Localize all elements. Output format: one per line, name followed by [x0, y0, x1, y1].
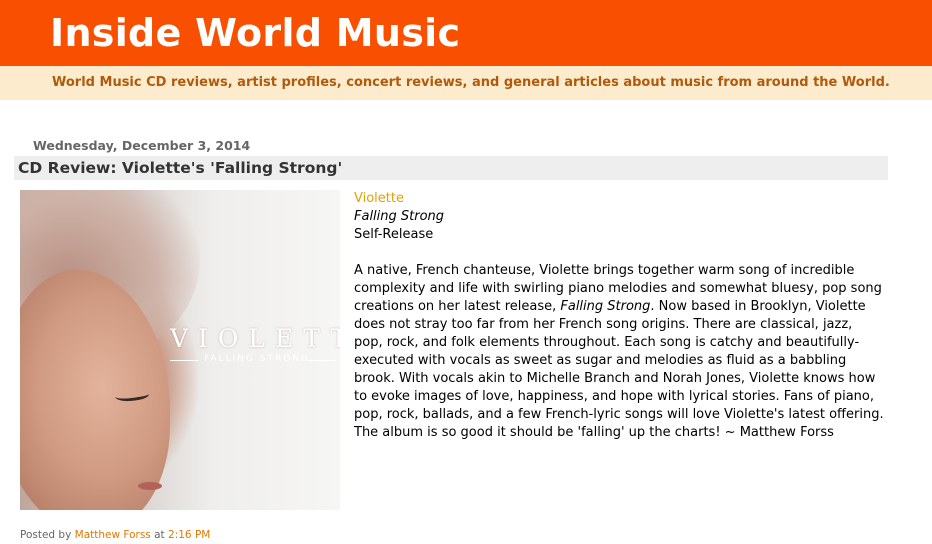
- album-name: Falling Strong: [354, 209, 445, 224]
- blog-description-bar: World Music CD reviews, artist profiles,…: [0, 66, 932, 100]
- post-body: Violette Falling Strong Self-Release A n…: [354, 190, 884, 442]
- review-text: A native, French chanteuse, Violette bri…: [354, 262, 884, 442]
- cover-artist-text: VIOLETTE: [170, 324, 340, 353]
- post-title-bar: CD Review: Violette's 'Falling Strong': [14, 156, 888, 180]
- blog-header: Inside World Music: [0, 0, 932, 66]
- post-footer: Posted by Matthew Forss at 2:16 PM: [20, 529, 210, 541]
- cover-lips-shape: [138, 482, 162, 490]
- at-label: at: [154, 529, 165, 541]
- artist-link[interactable]: Violette: [354, 190, 884, 208]
- post-time-link[interactable]: 2:16 PM: [168, 529, 210, 541]
- album-cover-image[interactable]: VIOLETTE FALLING STRONG: [20, 190, 340, 510]
- record-label: Self-Release: [354, 227, 434, 242]
- posted-by-label: Posted by: [20, 529, 72, 541]
- author-link[interactable]: Matthew Forss: [75, 529, 151, 541]
- review-album-title: Falling Strong: [560, 299, 651, 314]
- blog-title[interactable]: Inside World Music: [50, 10, 460, 56]
- cover-album-text: FALLING STRONG: [204, 354, 311, 364]
- cover-divider-left: [170, 360, 198, 361]
- post-title[interactable]: CD Review: Violette's 'Falling Strong': [18, 158, 342, 178]
- blog-description: World Music CD reviews, artist profiles,…: [52, 75, 890, 90]
- review-text-part2: . Now based in Brooklyn, Violette does n…: [354, 299, 884, 440]
- date-header: Wednesday, December 3, 2014: [33, 138, 251, 153]
- cover-divider-right: [308, 360, 336, 361]
